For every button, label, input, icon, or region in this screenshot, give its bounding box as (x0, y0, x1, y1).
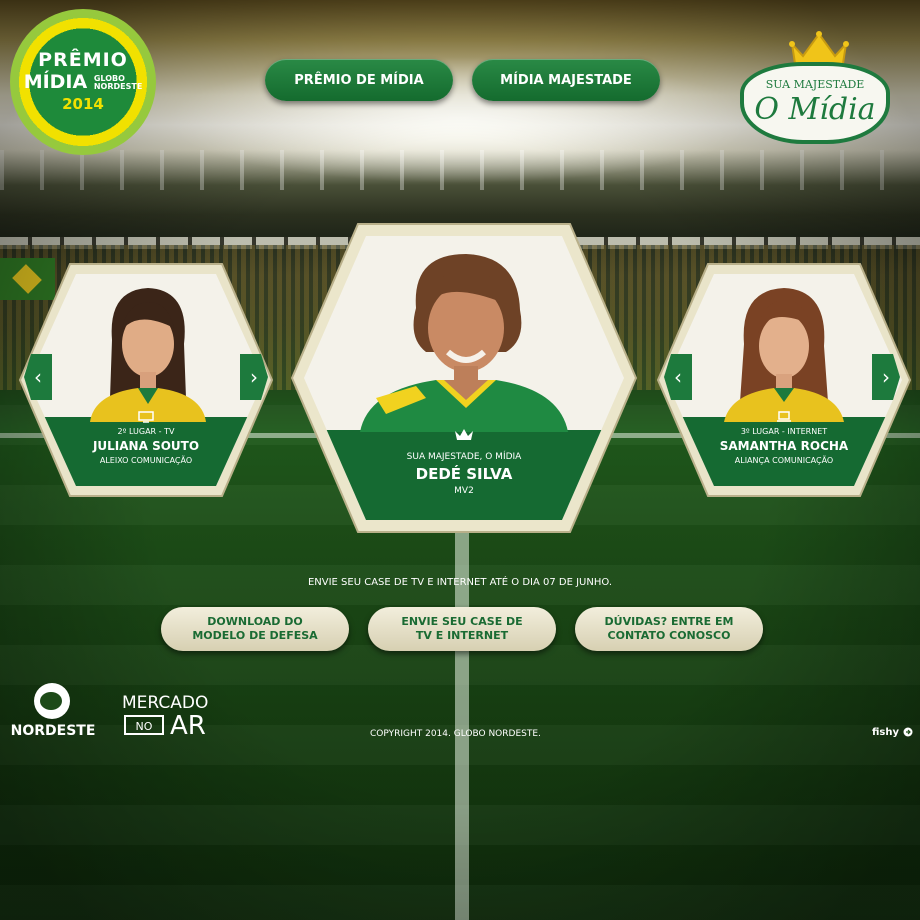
logo-year: 2014 (62, 95, 104, 113)
globo-icon (34, 683, 70, 719)
sua-majestade-crest[interactable]: SUA MAJESTADE O Mídia (740, 30, 890, 145)
mercado-no-ar-logo[interactable]: MERCADO NO AR (122, 693, 217, 743)
card-center-name: DEDÉ SILVA (415, 465, 513, 483)
dede-silva-photo (360, 254, 568, 432)
logo-line1: PRÊMIO (38, 49, 128, 71)
premio-midia-logo[interactable]: PRÊMIO MÍDIA GLOBO NORDESTE 2014 (10, 9, 156, 155)
crest-subtitle: SUA MAJESTADE (765, 78, 865, 91)
logo-midia: MÍDIA (23, 71, 88, 93)
logo-line2: MÍDIA GLOBO NORDESTE (10, 71, 156, 93)
card-center-agency: MV2 (454, 486, 474, 496)
nav-premio-de-midia[interactable]: PRÊMIO DE MÍDIA (265, 59, 453, 101)
card-left-name: JULIANA SOUTO (92, 439, 200, 453)
download-defense-model-button[interactable]: DOWNLOAD DO MODELO DE DEFESA (161, 607, 349, 651)
juliana-souto-photo (90, 288, 206, 422)
arrow-icon (903, 727, 912, 737)
card-right-agency: ALIANÇA COMUNICAÇÃO (734, 456, 834, 465)
card-second-place[interactable]: ‹ › 2º LUGAR - TV JULIANA SOUTO ALEIXO C… (18, 262, 274, 498)
card-left-caption: 2º LUGAR - TV JULIANA SOUTO ALEIXO COMUN… (58, 411, 234, 477)
globo-nordeste-logo[interactable]: NORDESTE (8, 683, 98, 743)
card-center-caption: SUA MAJESTADE, O MÍDIA DEDÉ SILVA MV2 (360, 448, 568, 514)
send-case-button[interactable]: ENVIE SEU CASE DE TV E INTERNET (368, 607, 556, 651)
samantha-rocha-photo (724, 288, 844, 422)
contact-button[interactable]: DÚVIDAS? ENTRE EM CONTATO CONOSCO (575, 607, 763, 651)
laptop-icon (777, 411, 791, 422)
crown-icon (455, 429, 473, 440)
card-right-place: 3º LUGAR - INTERNET (740, 427, 828, 436)
deadline-text: ENVIE SEU CASE DE TV E INTERNET ATÉ O DI… (307, 577, 613, 588)
card-left-agency: ALEIXO COMUNICAÇÃO (99, 456, 193, 465)
logo-globo-nordeste: GLOBO NORDESTE (93, 73, 143, 91)
globo-wordmark: NORDESTE (10, 723, 96, 739)
crest-title: O Mídia (754, 92, 876, 127)
card-winner[interactable]: SUA MAJESTADE, O MÍDIA DEDÉ SILVA MV2 (290, 222, 638, 534)
card-right-caption: 3º LUGAR - INTERNET SAMANTHA ROCHA ALIAN… (694, 411, 874, 477)
card-right-name: SAMANTHA ROCHA (719, 439, 849, 453)
card-left-place: 2º LUGAR - TV (117, 427, 175, 436)
nav-midia-majestade[interactable]: MÍDIA MAJESTADE (472, 59, 660, 101)
copyright-text: COPYRIGHT 2014. GLOBO NORDESTE. (370, 729, 541, 739)
card-third-place[interactable]: ‹ › 3º LUGAR - INTERNET SAMANTHA ROCHA A… (656, 262, 912, 498)
tv-icon (138, 411, 154, 423)
fishy-credit[interactable]: fishy (872, 727, 913, 738)
card-center-place: SUA MAJESTADE, O MÍDIA (406, 452, 522, 462)
